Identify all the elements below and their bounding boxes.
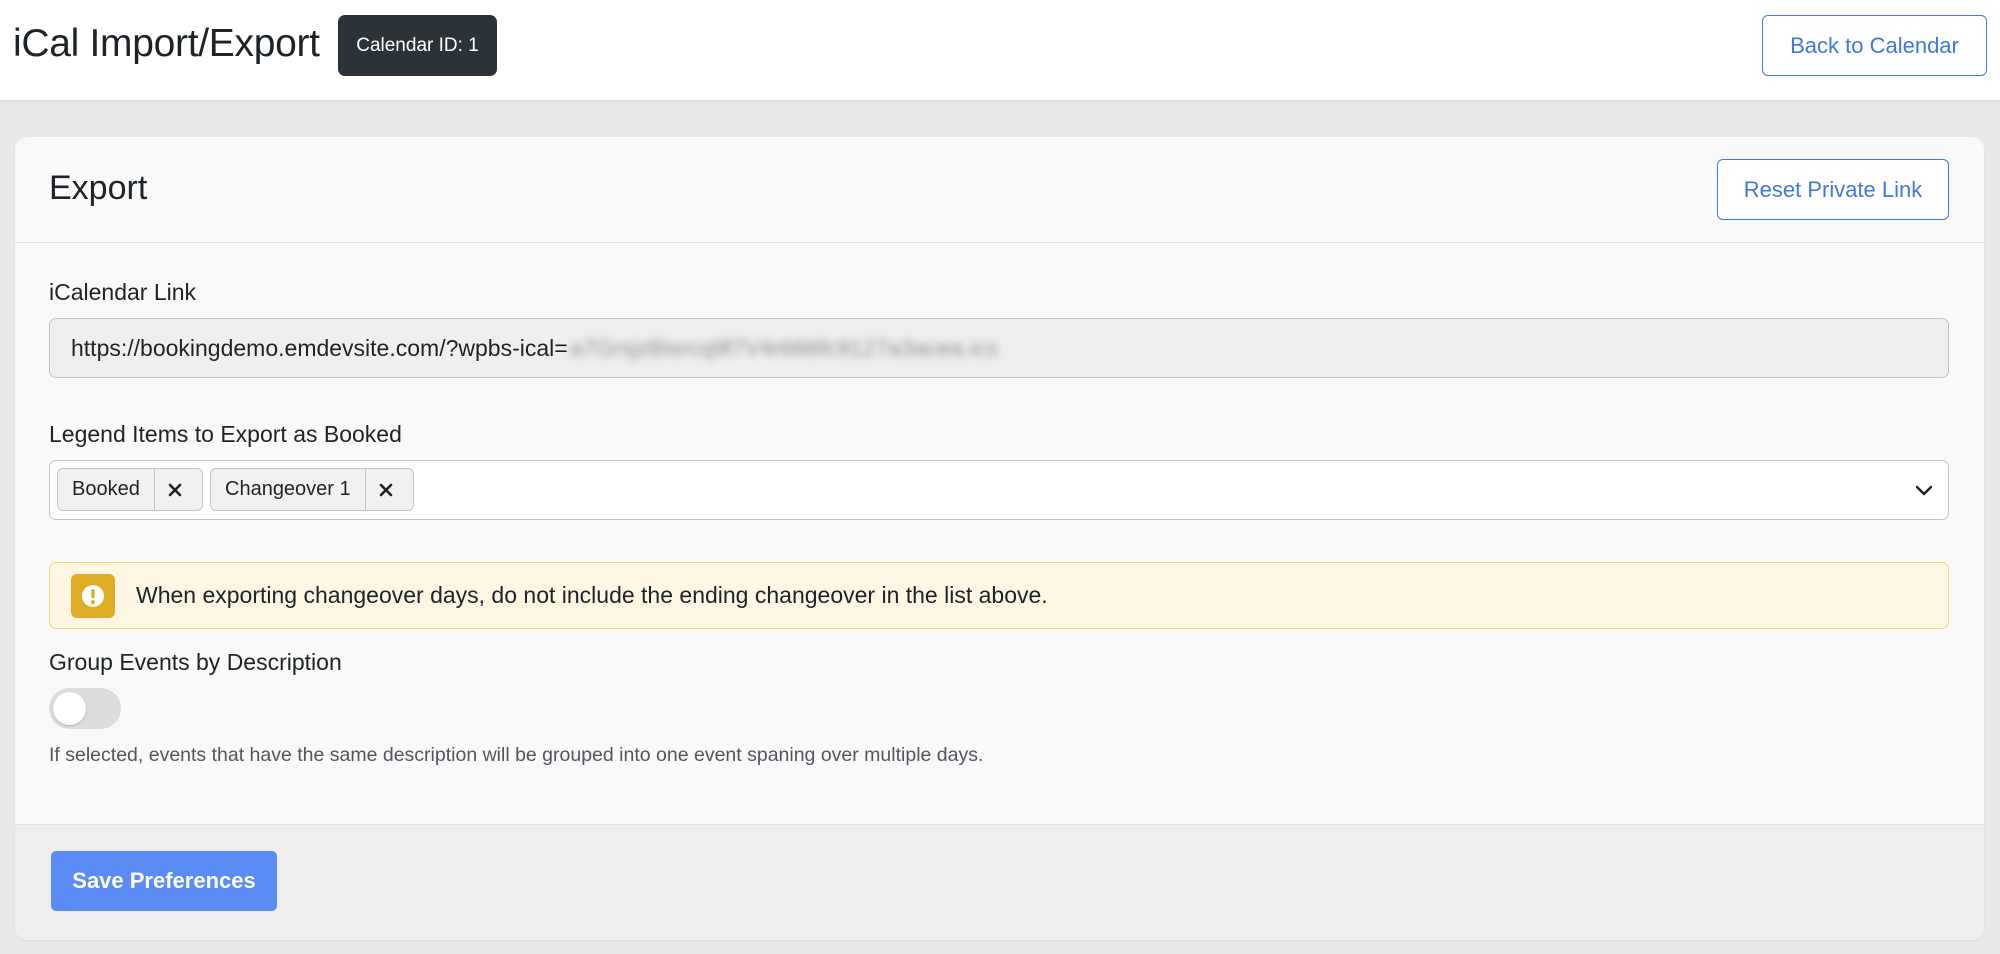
warning-icon: [71, 573, 115, 618]
remove-tag-booked-button[interactable]: [153, 469, 196, 510]
card-header: Export Reset Private Link: [15, 137, 1984, 243]
save-preferences-button[interactable]: Save Preferences: [51, 851, 277, 911]
back-to-calendar-button[interactable]: Back to Calendar: [1762, 15, 1987, 76]
group-events-help-text: If selected, events that have the same d…: [49, 744, 984, 766]
card-footer: Save Preferences: [15, 824, 1984, 940]
chevron-down-icon[interactable]: [1912, 478, 1936, 502]
legend-items-multiselect[interactable]: Booked Changeover 1: [49, 460, 1949, 520]
group-events-label: Group Events by Description: [49, 649, 342, 675]
remove-tag-changeover-1-button[interactable]: [364, 469, 407, 510]
icalendar-link-value: https://bookingdemo.emdevsite.com/?wpbs-…: [71, 334, 568, 361]
legend-items-label: Legend Items to Export as Booked: [49, 421, 402, 447]
card-title: Export: [49, 169, 148, 207]
legend-tag-changeover-1: Changeover 1: [210, 468, 414, 511]
icalendar-link-label: iCalendar Link: [49, 279, 197, 305]
page-title: iCal Import/Export: [13, 22, 320, 65]
close-icon: [379, 483, 393, 496]
reset-private-link-button[interactable]: Reset Private Link: [1717, 159, 1949, 220]
tag-label: Changeover 1: [225, 478, 351, 500]
close-icon: [169, 483, 182, 496]
toggle-knob: [53, 692, 86, 725]
icalendar-link-blurred-token: a7GrsjzBisrcq9f7V4r666fc9127a3acea.ics: [569, 334, 998, 361]
icalendar-link-field[interactable]: https://bookingdemo.emdevsite.com/?wpbs-…: [49, 318, 1949, 378]
export-card: Export Reset Private Link iCalendar Link…: [15, 137, 1984, 940]
top-header: iCal Import/Export Calendar ID: 1 Back t…: [0, 0, 2000, 101]
group-events-toggle[interactable]: [49, 688, 121, 729]
calendar-id-badge: Calendar ID: 1: [338, 15, 497, 76]
notice-text: When exporting changeover days, do not i…: [136, 582, 1048, 608]
legend-tag-booked: Booked: [57, 468, 203, 511]
tag-label: Booked: [72, 478, 140, 500]
changeover-notice: When exporting changeover days, do not i…: [49, 562, 1949, 629]
